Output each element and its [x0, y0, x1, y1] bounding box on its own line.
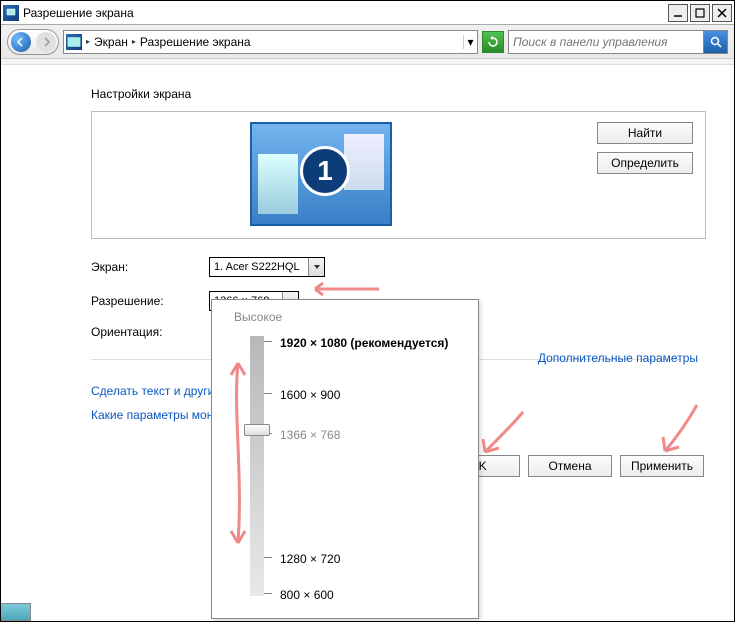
page-heading: Настройки экрана: [91, 87, 706, 101]
resolution-option[interactable]: 1920 × 1080 (рекомендуется): [280, 336, 448, 350]
maximize-button[interactable]: [690, 4, 710, 22]
monitor-preview-window-icon: [258, 154, 298, 214]
toolbar-strip: [1, 59, 734, 65]
navbar: ▸ Экран ▸ Разрешение экрана ▾: [1, 25, 734, 59]
minimize-button[interactable]: [668, 4, 688, 22]
location-icon: [66, 34, 82, 50]
close-button[interactable]: [712, 4, 732, 22]
screen-select[interactable]: 1. Acer S222HQL: [209, 257, 325, 277]
window-root: Разрешение экрана ▸ Экран ▸ Разрешение э…: [0, 0, 735, 622]
identify-button[interactable]: Определить: [597, 152, 693, 174]
resolution-option[interactable]: 1366 × 768: [280, 428, 340, 442]
taskbar-strip: [0, 603, 31, 621]
chevron-down-icon[interactable]: [308, 258, 324, 276]
screen-label: Экран:: [91, 260, 193, 274]
search-box[interactable]: [508, 30, 728, 54]
monitor-number-badge: 1: [300, 146, 350, 196]
window-controls: [668, 4, 732, 22]
resolution-option[interactable]: 1600 × 900: [280, 388, 340, 402]
window-title: Разрешение экрана: [23, 6, 668, 20]
breadcrumb-seg-2[interactable]: Разрешение экрана: [140, 35, 251, 49]
back-icon[interactable]: [11, 32, 31, 52]
address-bar[interactable]: ▸ Экран ▸ Разрешение экрана ▾: [63, 30, 478, 54]
advanced-link[interactable]: Дополнительные параметры: [538, 351, 698, 365]
find-button[interactable]: Найти: [597, 122, 693, 144]
app-icon: [3, 5, 19, 21]
monitor-preview-window-icon: [344, 134, 384, 190]
apply-button[interactable]: Применить: [620, 455, 704, 477]
breadcrumb-seg-1[interactable]: Экран: [94, 35, 128, 49]
address-dropdown-icon[interactable]: ▾: [463, 35, 477, 49]
resolution-high-label: Высокое: [234, 310, 464, 324]
resolution-slider[interactable]: 1920 × 1080 (рекомендуется) 1600 × 900 136…: [250, 336, 464, 606]
orientation-label: Ориентация:: [91, 325, 193, 339]
titlebar: Разрешение экрана: [1, 1, 734, 25]
refresh-button[interactable]: [482, 31, 504, 53]
slider-thumb[interactable]: [244, 424, 270, 436]
screen-select-value: 1. Acer S222HQL: [210, 261, 308, 273]
resolution-label: Разрешение:: [91, 294, 193, 308]
search-input[interactable]: [509, 35, 703, 49]
chevron-right-icon: ▸: [86, 37, 90, 46]
resolution-option[interactable]: 1280 × 720: [280, 552, 340, 566]
monitor-preview-box: 1 Найти Определить: [91, 111, 706, 239]
monitor-preview[interactable]: 1: [250, 122, 392, 226]
resolution-popup[interactable]: Высокое 1920 × 1080 (рекомендуется) 1600 …: [211, 299, 479, 619]
search-go-button[interactable]: [703, 31, 727, 53]
cancel-button[interactable]: Отмена: [528, 455, 612, 477]
nav-back-forward[interactable]: [7, 29, 59, 55]
resolution-option[interactable]: 800 × 600: [280, 588, 334, 602]
slider-track: [250, 336, 264, 596]
forward-icon[interactable]: [36, 32, 56, 52]
chevron-right-icon: ▸: [132, 37, 136, 46]
